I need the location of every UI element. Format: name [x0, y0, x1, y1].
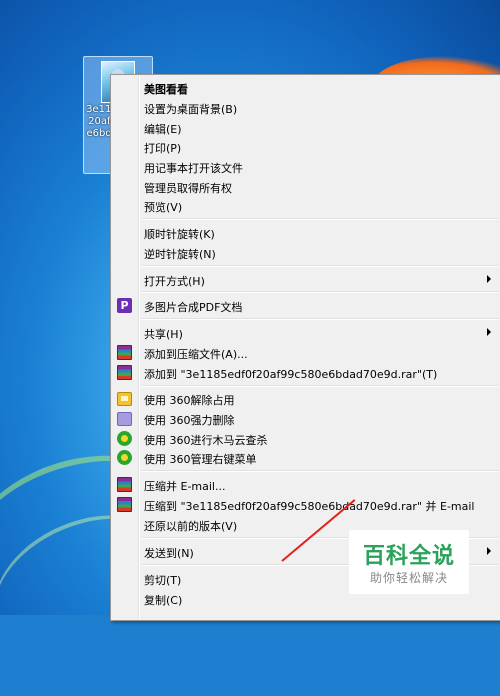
menu-item-compress-email[interactable]: 压缩并 E-mail...: [113, 475, 499, 494]
menu-item-meitu-view[interactable]: 美图看看: [113, 78, 499, 97]
menu-item-open-notepad[interactable]: 用记事本打开该文件: [113, 157, 499, 176]
menu-separator: [142, 291, 498, 293]
menu-item-label: 压缩到 "3e1185edf0f20af99c580e6bdad70e9d.ra…: [144, 500, 475, 513]
menu-item-label: 设置为桌面背景(B): [144, 103, 238, 116]
unlock-360-icon: [117, 392, 132, 406]
360-security-icon: [117, 450, 132, 465]
menu-item-label: 顺时针旋转(K): [144, 228, 215, 241]
menu-item-label: 添加到压缩文件(A)...: [144, 348, 248, 361]
menu-item-open-with[interactable]: 打开方式(H): [113, 270, 499, 289]
menu-separator: [142, 318, 498, 320]
menu-item-label: 用记事本打开该文件: [144, 162, 243, 175]
menu-item-rotate-clockwise[interactable]: 顺时针旋转(K): [113, 223, 499, 242]
menu-item-360-force-delete[interactable]: 使用 360强力删除: [113, 409, 499, 428]
menu-item-label: 共享(H): [144, 328, 183, 341]
menu-separator: [142, 218, 498, 220]
menu-item-add-to-archive[interactable]: 添加到压缩文件(A)...: [113, 343, 499, 362]
menu-item-label: 预览(V): [144, 201, 183, 214]
baike-watermark: 百科全说 助你轻松解决: [349, 530, 469, 594]
watermark-subtitle: 助你轻松解决: [369, 571, 448, 585]
winrar-icon: [117, 477, 132, 492]
menu-item-share[interactable]: 共享(H): [113, 323, 499, 342]
pdf-merge-icon: P: [117, 298, 132, 313]
menu-item-label: 还原以前的版本(V): [144, 520, 238, 533]
menu-item-360-unlock[interactable]: 使用 360解除占用: [113, 389, 499, 408]
watermark-title: 百科全说: [362, 544, 455, 569]
menu-item-label: 多图片合成PDF文档: [144, 301, 243, 314]
menu-item-label: 逆时针旋转(N): [144, 248, 216, 261]
menu-item-label: 打印(P): [144, 142, 182, 155]
menu-item-print[interactable]: 打印(P): [113, 137, 499, 156]
menu-item-label: 打开方式(H): [144, 275, 205, 288]
menu-separator: [142, 470, 498, 472]
submenu-arrow-icon: [487, 328, 491, 336]
menu-item-merge-pdf[interactable]: P 多图片合成PDF文档: [113, 296, 499, 315]
winrar-icon: [117, 497, 132, 512]
menu-item-label: 使用 360强力删除: [144, 414, 235, 427]
winrar-icon: [117, 365, 132, 380]
menu-item-label: 编辑(E): [144, 123, 182, 136]
menu-item-take-ownership[interactable]: 管理员取得所有权: [113, 177, 499, 196]
menu-item-label: 使用 360管理右键菜单: [144, 453, 257, 466]
menu-item-edit[interactable]: 编辑(E): [113, 118, 499, 137]
menu-item-label: 添加到 "3e1185edf0f20af99c580e6bdad70e9d.ra…: [144, 368, 438, 381]
shred-360-icon: [117, 412, 132, 426]
winrar-icon: [117, 345, 132, 360]
menu-item-set-wallpaper[interactable]: 设置为桌面背景(B): [113, 98, 499, 117]
menu-item-label: 复制(C): [144, 594, 183, 607]
menu-item-label: 使用 360进行木马云查杀: [144, 434, 268, 447]
submenu-arrow-icon: [487, 275, 491, 283]
menu-item-360-manage-menu[interactable]: 使用 360管理右键菜单: [113, 448, 499, 467]
menu-item-label: 美图看看: [144, 83, 188, 96]
menu-item-label: 剪切(T): [144, 574, 182, 587]
menu-item-label: 发送到(N): [144, 547, 194, 560]
menu-item-label: 管理员取得所有权: [144, 182, 232, 195]
menu-separator: [142, 385, 498, 387]
menu-item-360-trojan-scan[interactable]: 使用 360进行木马云查杀: [113, 429, 499, 448]
submenu-arrow-icon: [487, 547, 491, 555]
menu-item-label: 压缩并 E-mail...: [144, 480, 226, 493]
menu-item-add-to-rar[interactable]: 添加到 "3e1185edf0f20af99c580e6bdad70e9d.ra…: [113, 363, 499, 382]
menu-item-rotate-counterclockwise[interactable]: 逆时针旋转(N): [113, 243, 499, 262]
menu-item-label: 使用 360解除占用: [144, 394, 235, 407]
menu-item-preview[interactable]: 预览(V): [113, 196, 499, 215]
menu-separator: [142, 265, 498, 267]
360-security-icon: [117, 431, 132, 446]
menu-item-compress-to-rar-email[interactable]: 压缩到 "3e1185edf0f20af99c580e6bdad70e9d.ra…: [113, 495, 499, 514]
